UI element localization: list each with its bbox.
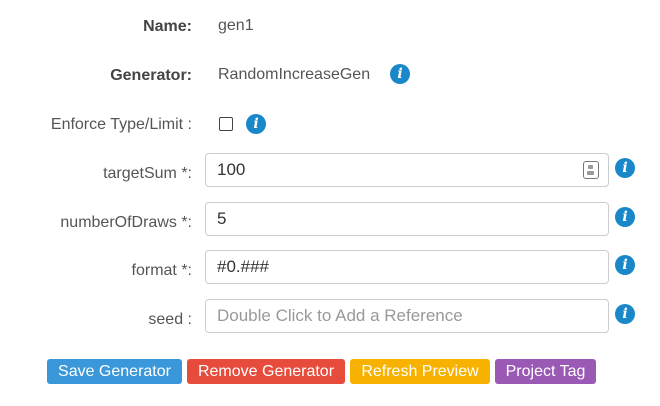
format-label: format *:: [131, 262, 192, 279]
seed-input[interactable]: [205, 299, 609, 333]
seed-info-icon[interactable]: i: [615, 304, 635, 324]
format-input[interactable]: [205, 250, 609, 284]
save-generator-button[interactable]: Save Generator: [47, 359, 182, 384]
remove-generator-button[interactable]: Remove Generator: [187, 359, 345, 384]
numberofdraws-label: numberOfDraws *:: [60, 214, 192, 231]
name-value: gen1: [218, 17, 254, 34]
project-tag-button[interactable]: Project Tag: [495, 359, 596, 384]
generator-label: Generator:: [110, 67, 192, 84]
enforce-checkbox[interactable]: [219, 117, 233, 131]
refresh-preview-button[interactable]: Refresh Preview: [350, 359, 490, 384]
enforce-label: Enforce Type/Limit :: [50, 116, 192, 133]
targetsum-info-icon[interactable]: i: [615, 158, 635, 178]
numberofdraws-input[interactable]: [205, 202, 609, 236]
generator-value: RandomIncreaseGen: [218, 66, 371, 83]
enforce-info-icon[interactable]: i: [246, 114, 266, 134]
targetsum-label: targetSum *:: [103, 165, 192, 182]
format-info-icon[interactable]: i: [615, 255, 635, 275]
generator-info-icon[interactable]: i: [390, 64, 410, 84]
name-label: Name:: [143, 18, 192, 35]
seed-label: seed :: [148, 311, 192, 328]
targetsum-input[interactable]: [205, 153, 609, 187]
numberofdraws-info-icon[interactable]: i: [615, 207, 635, 227]
contact-card-icon[interactable]: [583, 161, 599, 179]
